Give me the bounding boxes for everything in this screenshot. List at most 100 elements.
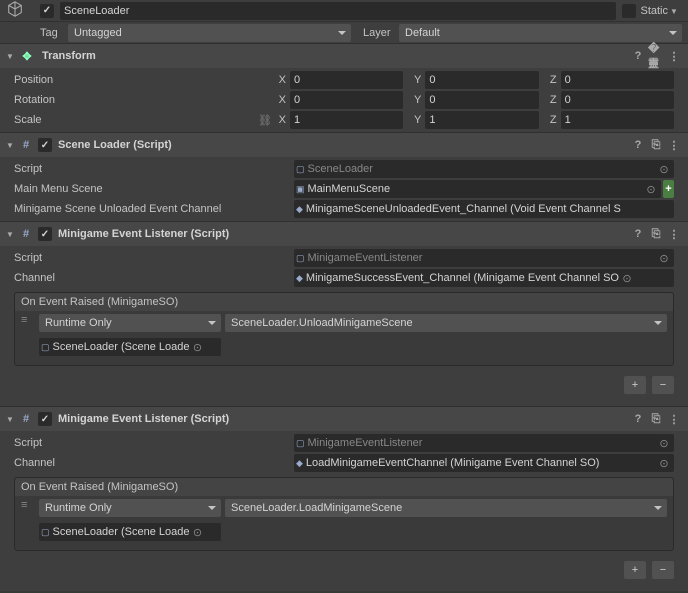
script-icon: #: [18, 139, 34, 151]
static-dropdown-icon[interactable]: [670, 5, 682, 17]
channel-label: Channel: [14, 457, 294, 469]
unityevent-box: On Event Raised (MinigameSO) ≡ Runtime O…: [14, 292, 674, 366]
event-remove-button[interactable]: −: [652, 561, 674, 579]
position-label: Position: [14, 74, 274, 86]
sceneloader-enabled-checkbox[interactable]: [38, 138, 52, 152]
runtime-dropdown[interactable]: Runtime Only: [39, 314, 221, 332]
preset-icon[interactable]: ⎘: [648, 137, 664, 153]
rotation-z-input[interactable]: [561, 91, 674, 109]
scale-z-input[interactable]: [561, 111, 674, 129]
static-checkbox[interactable]: [622, 4, 636, 18]
script-field: ▢ SceneLoader ⊙: [294, 160, 674, 178]
menu-icon[interactable]: ⋮: [666, 226, 682, 242]
position-x-input[interactable]: [290, 71, 403, 89]
transform-title: Transform: [42, 50, 96, 62]
listener1-header[interactable]: # Minigame Event Listener (Script) ? ⎘ ⋮: [0, 222, 688, 246]
object-picker-icon[interactable]: ⊙: [656, 252, 672, 265]
gameobject-active-checkbox[interactable]: [40, 4, 54, 18]
object-picker-icon[interactable]: ⊙: [656, 457, 672, 470]
object-picker-icon[interactable]: ⊙: [619, 272, 635, 285]
drag-handle-icon[interactable]: ≡: [21, 314, 35, 332]
position-z-input[interactable]: [561, 71, 674, 89]
preset-icon[interactable]: ⎘: [648, 411, 664, 427]
csharp-icon: ▢: [296, 438, 305, 449]
gameobject-icon: [6, 0, 24, 21]
transform-icon: ✥: [18, 50, 36, 63]
script-label: Script: [14, 252, 294, 264]
asset-icon: ◆: [296, 204, 303, 215]
transform-body: Position X Y Z Rotation X Y Z Scale ⛓ X …: [0, 68, 688, 132]
listener1-title: Minigame Event Listener (Script): [58, 228, 229, 240]
rotation-label: Rotation: [14, 94, 274, 106]
script-field: ▢ MinigameEventListener ⊙: [294, 249, 674, 267]
add-button[interactable]: +: [663, 180, 674, 198]
channel-label: Channel: [14, 272, 294, 284]
rotation-x-input[interactable]: [290, 91, 403, 109]
scale-label: Scale: [14, 114, 258, 126]
asset-icon: ◆: [296, 273, 303, 284]
mainmenu-label: Main Menu Scene: [14, 183, 294, 195]
layer-label: Layer: [363, 27, 399, 39]
function-dropdown[interactable]: SceneLoader.UnloadMinigameScene: [225, 314, 667, 332]
position-y-input[interactable]: [425, 71, 538, 89]
menu-icon[interactable]: ⋮: [666, 411, 682, 427]
script-label: Script: [14, 437, 294, 449]
tag-label: Tag: [40, 27, 68, 39]
mainmenu-field[interactable]: ▣ MainMenuScene ⊙: [294, 180, 661, 198]
event-add-button[interactable]: +: [624, 376, 646, 394]
script-field: ▢ MinigameEventListener ⊙: [294, 434, 674, 452]
script-icon: #: [18, 413, 34, 425]
rotation-y-input[interactable]: [425, 91, 538, 109]
listener2-enabled-checkbox[interactable]: [38, 412, 52, 426]
runtime-dropdown[interactable]: Runtime Only: [39, 499, 221, 517]
event-add-button[interactable]: +: [624, 561, 646, 579]
event-remove-button[interactable]: −: [652, 376, 674, 394]
help-icon[interactable]: ?: [630, 137, 646, 153]
constrain-icon[interactable]: ⛓: [258, 114, 274, 127]
drag-handle-icon[interactable]: ≡: [21, 499, 35, 517]
target-field[interactable]: ▢ SceneLoader (Scene Loade ⊙: [39, 338, 221, 356]
scale-x-input[interactable]: [290, 111, 403, 129]
help-icon[interactable]: ?: [630, 411, 646, 427]
target-field[interactable]: ▢ SceneLoader (Scene Loade ⊙: [39, 523, 221, 541]
listener2-header[interactable]: # Minigame Event Listener (Script) ? ⎘ ⋮: [0, 407, 688, 431]
menu-icon[interactable]: ⋮: [666, 137, 682, 153]
object-picker-icon[interactable]: ⊙: [656, 163, 672, 176]
menu-icon[interactable]: ⋮: [666, 48, 682, 64]
foldout-icon[interactable]: [6, 413, 18, 425]
transform-foldout-icon[interactable]: [6, 50, 18, 62]
foldout-icon[interactable]: [6, 139, 18, 151]
preset-icon[interactable]: ⎘: [648, 226, 664, 242]
csharp-icon: ▢: [41, 527, 50, 538]
sceneloader-header[interactable]: # Scene Loader (Script) ? ⎘ ⋮: [0, 133, 688, 157]
asset-icon: ▣: [296, 184, 305, 195]
channel-field[interactable]: ◆ LoadMinigameEventChannel (Minigame Eve…: [294, 454, 674, 472]
asset-icon: ◆: [296, 458, 303, 469]
tag-dropdown[interactable]: Untagged: [68, 24, 351, 42]
sceneloader-title: Scene Loader (Script): [58, 139, 172, 151]
help-icon[interactable]: ?: [630, 226, 646, 242]
transform-header[interactable]: ✥ Transform ? �靈 ⋮: [0, 44, 688, 68]
static-label: Static: [640, 5, 668, 17]
unloaded-field[interactable]: ◆ MinigameSceneUnloadedEvent_Channel (Vo…: [294, 200, 674, 218]
unityevent-header: On Event Raised (MinigameSO): [15, 478, 673, 496]
unityevent-box: On Event Raised (MinigameSO) ≡ Runtime O…: [14, 477, 674, 551]
help-icon[interactable]: ?: [630, 48, 646, 64]
layer-dropdown[interactable]: Default: [399, 24, 682, 42]
function-dropdown[interactable]: SceneLoader.LoadMinigameScene: [225, 499, 667, 517]
object-picker-icon[interactable]: ⊙: [190, 341, 206, 354]
foldout-icon[interactable]: [6, 228, 18, 240]
gameobject-header: Static: [0, 0, 688, 22]
listener1-enabled-checkbox[interactable]: [38, 227, 52, 241]
object-picker-icon[interactable]: ⊙: [190, 526, 206, 539]
channel-field[interactable]: ◆ MinigameSuccessEvent_Channel (Minigame…: [294, 269, 674, 287]
csharp-icon: ▢: [296, 164, 305, 175]
preset-icon[interactable]: �靈: [648, 48, 664, 64]
unloaded-label: Minigame Scene Unloaded Event Channel: [14, 203, 294, 215]
listener2-title: Minigame Event Listener (Script): [58, 413, 229, 425]
gameobject-name-input[interactable]: [60, 2, 616, 20]
unityevent-header: On Event Raised (MinigameSO): [15, 293, 673, 311]
object-picker-icon[interactable]: ⊙: [643, 183, 659, 196]
scale-y-input[interactable]: [425, 111, 538, 129]
object-picker-icon[interactable]: ⊙: [656, 437, 672, 450]
